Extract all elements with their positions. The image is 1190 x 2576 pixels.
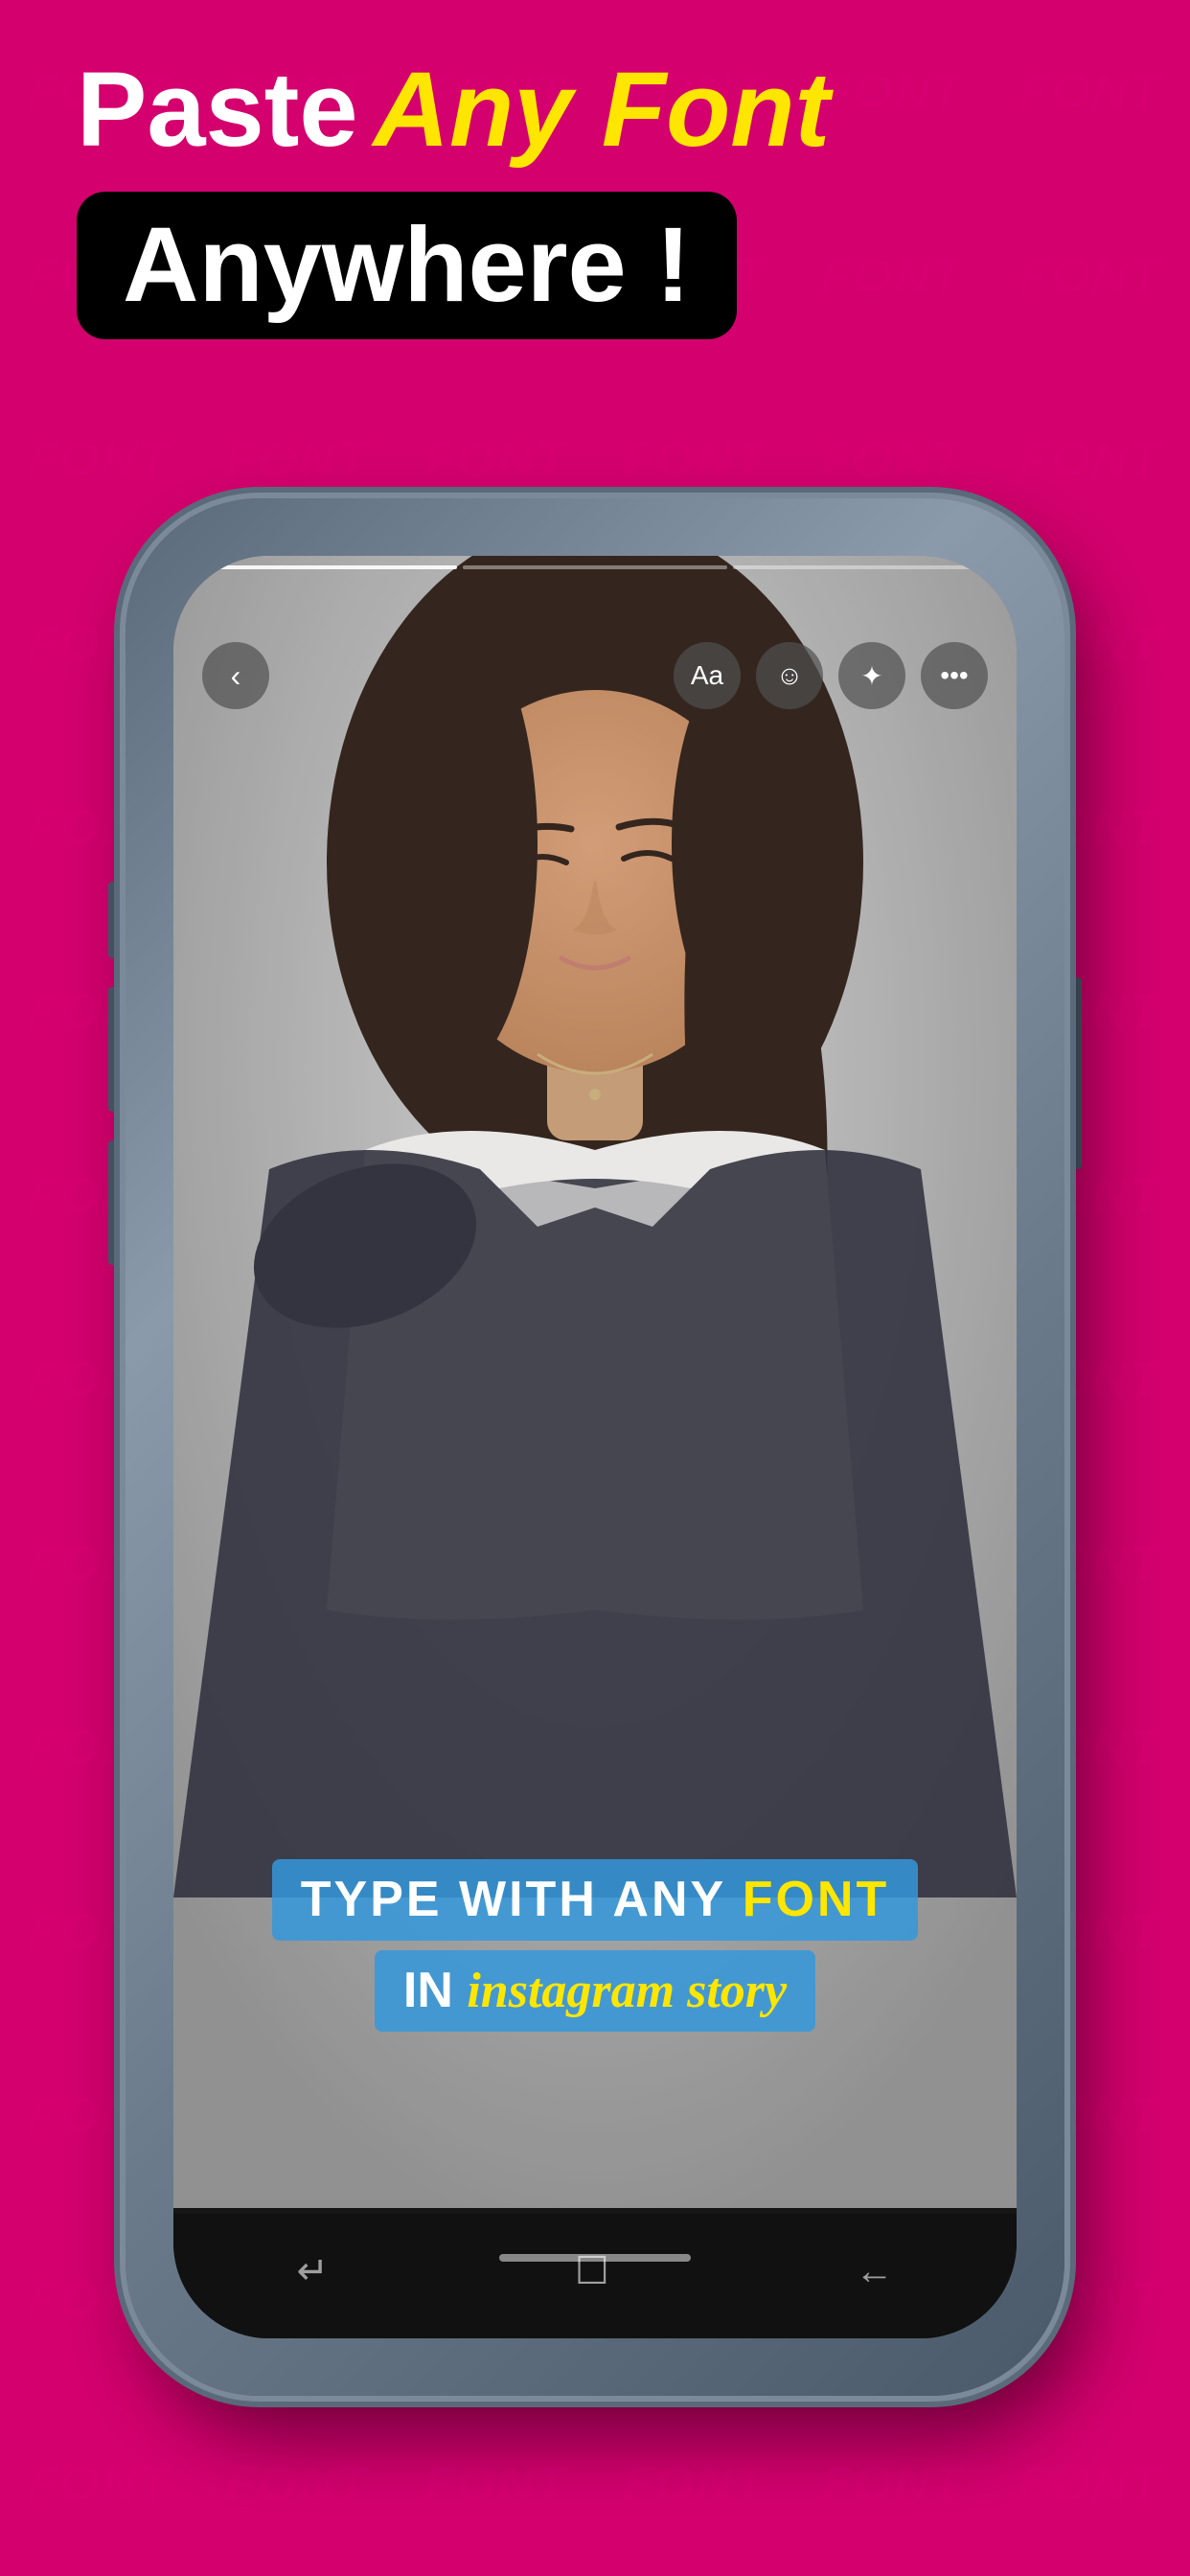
overlay-text-2: IN instagram story bbox=[403, 1963, 787, 2018]
watermark-word: FONT bbox=[198, 2392, 397, 2576]
story-text-overlay: TYPE WITH ANY FONT IN instagram story bbox=[212, 1859, 978, 2032]
overlay-line-1: TYPE WITH ANY FONT bbox=[272, 1859, 918, 1941]
phone-screen: ‹ Aa ☺ ✦ ••• bbox=[173, 556, 1017, 2338]
progress-bar-2 bbox=[463, 565, 727, 569]
watermark-word: FONT bbox=[793, 2392, 992, 2576]
overlay-font-highlight: FONT bbox=[743, 1872, 890, 1927]
sticker-button[interactable]: ☺ bbox=[756, 642, 823, 709]
effects-button[interactable]: ✦ bbox=[838, 642, 905, 709]
progress-bar-3 bbox=[733, 565, 997, 569]
watermark-word: FONT bbox=[992, 2392, 1190, 2576]
overlay-line-2: IN instagram story bbox=[375, 1950, 815, 2032]
watermark-word: FONT bbox=[595, 2392, 793, 2576]
text-tool-button[interactable]: Aa bbox=[674, 642, 741, 709]
story-photo-background bbox=[173, 556, 1017, 2338]
volume-down-button bbox=[108, 1140, 122, 1265]
phone-nav-bar: ↵ ☐ ← bbox=[173, 2214, 1017, 2338]
more-button[interactable]: ••• bbox=[921, 642, 988, 709]
story-progress-bars bbox=[193, 565, 997, 569]
sticker-icon: ☺ bbox=[776, 660, 804, 691]
overlay-in-text: IN bbox=[403, 1963, 453, 2018]
power-button bbox=[1068, 978, 1082, 1169]
watermark-word: FONT bbox=[992, 0, 1190, 184]
title-paste: Paste bbox=[77, 58, 358, 163]
nav-recent-icon[interactable]: ← bbox=[856, 2250, 894, 2293]
watermark-word: FONT bbox=[992, 184, 1190, 368]
overlay-text-normal: TYPE WITH ANY bbox=[301, 1872, 743, 1927]
back-icon: ‹ bbox=[231, 658, 241, 694]
instagram-story-ui: ‹ Aa ☺ ✦ ••• bbox=[173, 556, 1017, 2338]
title-any-font: Any Font bbox=[374, 58, 831, 163]
toolbar-right-buttons: Aa ☺ ✦ ••• bbox=[674, 642, 988, 709]
watermark-word: FONT bbox=[397, 2392, 595, 2576]
title-line: Paste Any Font bbox=[77, 58, 830, 163]
story-toolbar: ‹ Aa ☺ ✦ ••• bbox=[173, 623, 1017, 728]
effects-icon: ✦ bbox=[860, 660, 882, 692]
back-button[interactable]: ‹ bbox=[202, 642, 269, 709]
nav-back-icon[interactable]: ↵ bbox=[296, 2249, 329, 2293]
overlay-text-1: TYPE WITH ANY FONT bbox=[301, 1872, 889, 1927]
watermark-word: FONT bbox=[0, 2392, 198, 2576]
subtitle-box: Anywhere ! bbox=[77, 192, 737, 339]
progress-bar-1 bbox=[193, 565, 457, 569]
text-tool-icon: Aa bbox=[691, 660, 723, 691]
overlay-italic-text: instagram story bbox=[467, 1964, 787, 2018]
subtitle-text: Anywhere ! bbox=[123, 206, 691, 324]
volume-up-button bbox=[108, 987, 122, 1112]
header: Paste Any Font Anywhere ! bbox=[77, 58, 830, 339]
volume-mute-button bbox=[108, 882, 122, 958]
home-indicator bbox=[499, 2254, 691, 2262]
more-icon: ••• bbox=[940, 660, 968, 691]
phone-mockup: ‹ Aa ☺ ✦ ••• bbox=[126, 498, 1064, 2396]
